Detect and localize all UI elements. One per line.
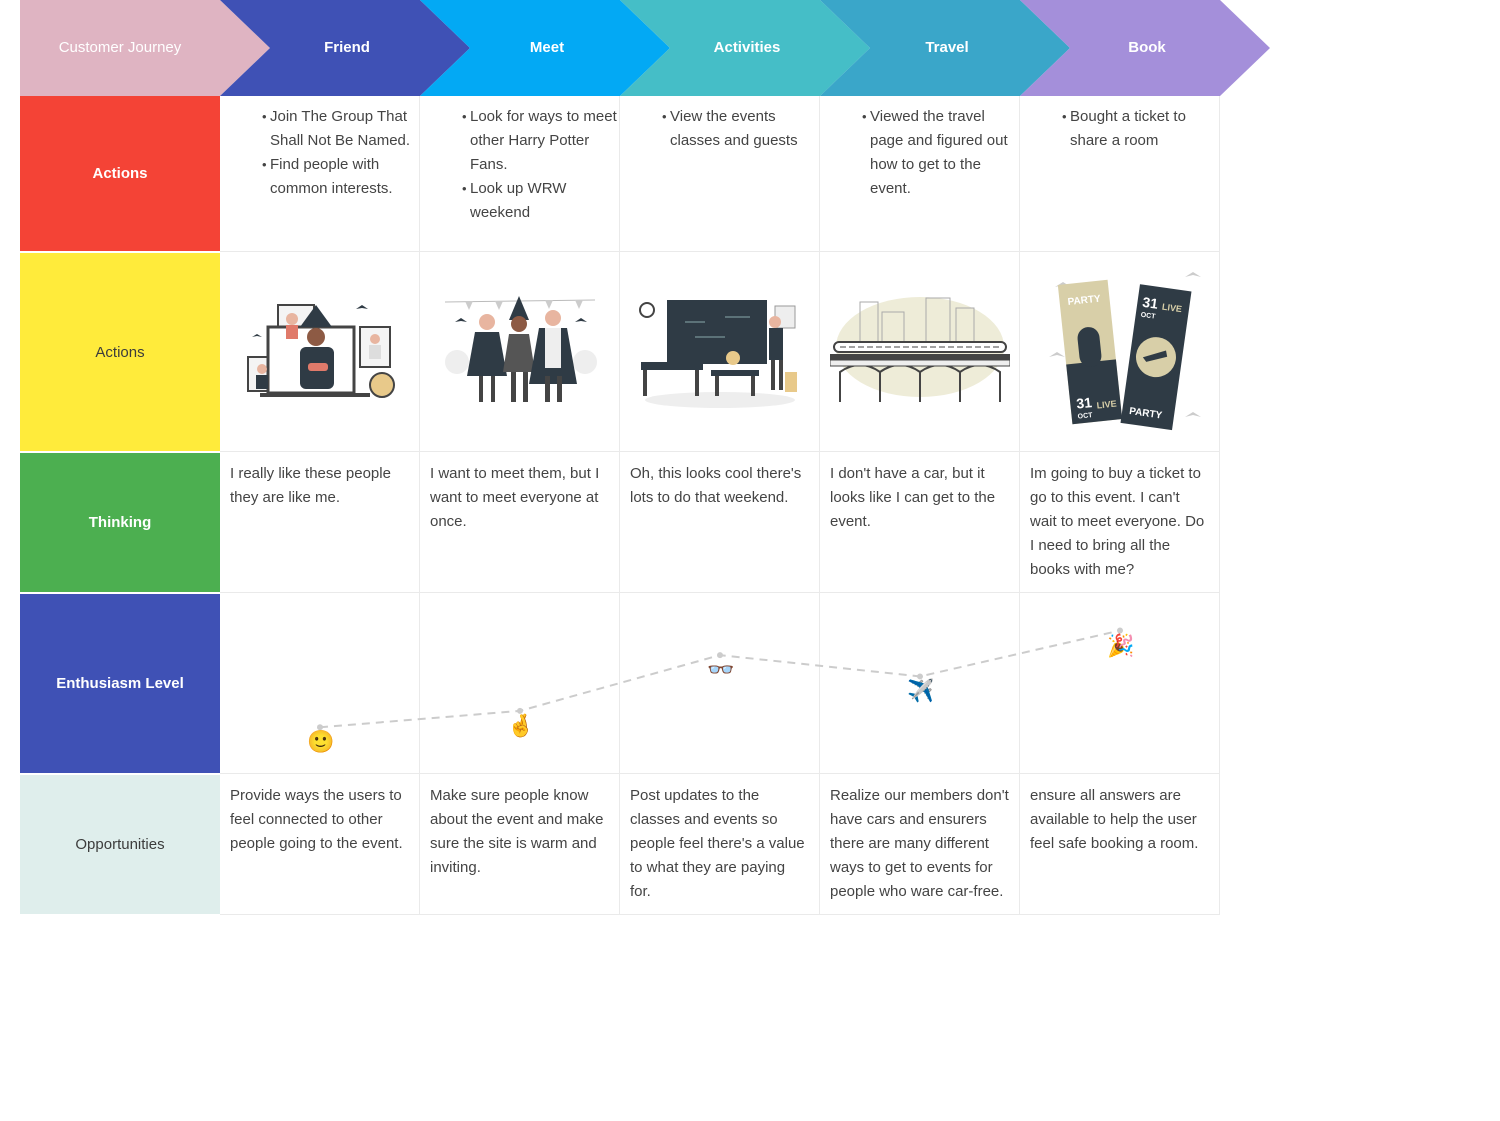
thinking-cell-meet: I want to meet them, but I want to meet … [420, 452, 620, 593]
stage-label-customer-journey: Customer Journey [58, 39, 182, 56]
opportunity-cell-travel: Realize our members don't have cars and … [820, 774, 1020, 915]
illustration-cell-meet [420, 252, 620, 452]
halloween-tickets-illustration: 31 OCT PARTY LIVE 31 OCT LIVE PARTY [1048, 271, 1201, 430]
row-label-actions: Actions [20, 96, 220, 251]
row-label-thinking: Thinking [20, 453, 220, 592]
illustration-cell-book: 31 OCT PARTY LIVE 31 OCT LIVE PARTY [1020, 252, 1220, 452]
action-item: Look up WRW weekend [462, 177, 619, 225]
opportunity-cell-friend: Provide ways the users to feel connected… [220, 774, 420, 915]
journey-stage-header: Customer Journey Friend Meet Activities … [0, 0, 1300, 96]
ticket2-day: 31 [1141, 293, 1159, 311]
actions-list: Join The Group That Shall Not Be Named. … [220, 105, 419, 201]
classroom-illustration [638, 299, 797, 408]
enthusiasm-emoji-meet: 🤞 [507, 712, 535, 738]
stage-label-travel: Travel [925, 39, 969, 56]
actions-list: Bought a ticket to share a room [1020, 105, 1219, 153]
opportunity-cell-book: ensure all answers are available to help… [1020, 774, 1220, 915]
illustration-cell-activities [620, 252, 820, 452]
action-item: Find people with common interests. [262, 153, 419, 201]
ticket1-live: LIVE [1096, 398, 1117, 410]
row-label-enthusiasm: Enthusiasm Level [20, 594, 220, 773]
actions-cell-book: Bought a ticket to share a room [1020, 96, 1220, 252]
actions-cell-activities: View the events classes and guests [620, 96, 820, 252]
thinking-cell-travel: I don't have a car, but it looks like I … [820, 452, 1020, 593]
illustration-cell-travel [820, 252, 1020, 452]
enthusiasm-chart: 🙂 🤞 👓 ✈️ 🎉 [220, 593, 1220, 773]
actions-cell-meet: Look for ways to meet other Harry Potter… [420, 96, 620, 252]
actions-cell-friend: Join The Group That Shall Not Be Named. … [220, 96, 420, 252]
enthusiasm-emoji-book: 🎉 [1107, 632, 1135, 658]
actions-list: Look for ways to meet other Harry Potter… [420, 105, 619, 225]
action-item: Look for ways to meet other Harry Potter… [462, 105, 619, 177]
row-label-illustrations: Actions [20, 253, 220, 451]
enthusiasm-emoji-friend: 🙂 [307, 729, 335, 755]
illustration-cell-friend [220, 252, 420, 452]
action-item: Bought a ticket to share a room [1062, 105, 1219, 153]
actions-list: Viewed the travel page and figured out h… [820, 105, 1019, 201]
thinking-cell-activities: Oh, this looks cool there's lots to do t… [620, 452, 820, 593]
stage-label-friend: Friend [324, 39, 370, 56]
actions-cell-travel: Viewed the travel page and figured out h… [820, 96, 1020, 252]
thinking-cell-book: Im going to buy a ticket to go to this e… [1020, 452, 1220, 593]
video-call-party-illustration [246, 303, 395, 398]
train-bridge-illustration [829, 296, 1010, 402]
action-item: View the events classes and guests [662, 105, 819, 153]
action-item: Viewed the travel page and figured out h… [862, 105, 1019, 201]
halloween-friends-illustration [444, 295, 597, 402]
enthusiasm-emoji-activities: 👓 [707, 657, 735, 683]
actions-list: View the events classes and guests [620, 105, 819, 153]
stage-label-activities: Activities [713, 39, 781, 56]
stage-label-meet: Meet [529, 39, 565, 56]
opportunity-cell-meet: Make sure people know about the event an… [420, 774, 620, 915]
stage-label-book: Book [1128, 39, 1166, 56]
ticket1-day: 31 [1075, 394, 1092, 412]
row-label-opportunities: Opportunities [20, 775, 220, 914]
opportunity-cell-activities: Post updates to the classes and events s… [620, 774, 820, 915]
action-item: Join The Group That Shall Not Be Named. [262, 105, 419, 153]
enthusiasm-emoji-travel: ✈️ [907, 678, 935, 704]
thinking-cell-friend: I really like these people they are like… [220, 452, 420, 593]
